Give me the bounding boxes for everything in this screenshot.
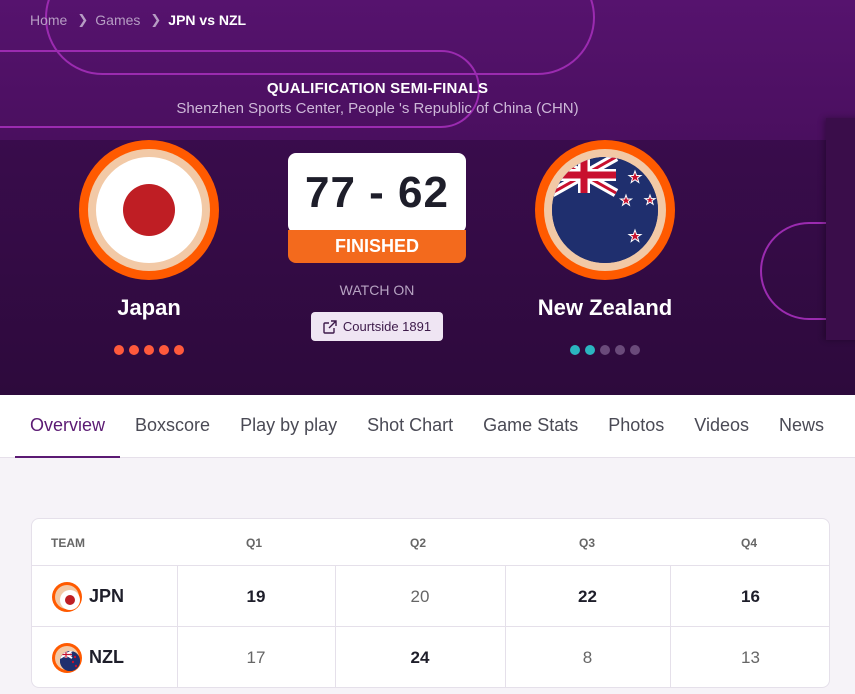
away-team-name[interactable]: New Zealand xyxy=(520,295,690,321)
away-team-flag[interactable] xyxy=(535,140,675,280)
tab-game-stats[interactable]: Game Stats xyxy=(468,395,593,458)
breadcrumb-current: JPN vs NZL xyxy=(168,12,247,28)
flag-sun xyxy=(65,594,75,605)
q3-score: 22 xyxy=(578,587,597,606)
q4-score: 16 xyxy=(741,587,760,606)
flag-ring-inner xyxy=(88,149,210,271)
header-q2: Q2 xyxy=(410,536,427,550)
table-row: JPN 19 20 22 16 xyxy=(32,566,829,627)
team-code: NZL xyxy=(89,647,124,667)
table-row: NZL 17 24 8 13 xyxy=(32,627,829,687)
watch-on-label: WATCH ON xyxy=(339,282,415,298)
q2-score: 24 xyxy=(410,648,430,667)
form-dot xyxy=(159,345,169,355)
q3-score: 8 xyxy=(582,648,593,667)
mini-flag xyxy=(60,650,80,671)
breadcrumb-home[interactable]: Home xyxy=(30,12,67,28)
header-q1: Q1 xyxy=(246,536,263,550)
external-link-icon xyxy=(323,319,337,334)
flag-ring-inner xyxy=(544,149,666,271)
tab-overview[interactable]: Overview xyxy=(15,395,121,458)
form-dot xyxy=(615,345,625,355)
chevron-right-icon: ❯ xyxy=(77,12,89,27)
table-header: TEAM Q1 Q2 Q3 Q4 xyxy=(32,519,829,566)
flag-ring-inner xyxy=(55,584,80,610)
game-stage: QUALIFICATION SEMI-FINALS xyxy=(266,80,489,97)
final-score: 77 - 62 xyxy=(288,153,466,233)
team-code: JPN xyxy=(89,586,125,606)
away-team-form xyxy=(570,345,640,355)
home-team-flag[interactable] xyxy=(79,140,219,280)
side-panel-edge xyxy=(826,118,855,340)
chevron-right-icon: ❯ xyxy=(150,12,162,27)
japan-flag-icon xyxy=(96,157,202,263)
breadcrumb: Home ❯ Games ❯ JPN vs NZL xyxy=(30,12,246,28)
q1-score: 19 xyxy=(246,587,266,606)
tab-shot-chart[interactable]: Shot Chart xyxy=(352,395,468,458)
breadcrumb-games[interactable]: Games xyxy=(95,12,140,28)
form-dot xyxy=(570,345,580,355)
nz-mini-graphic xyxy=(60,650,80,671)
header-q4: Q4 xyxy=(741,536,758,550)
form-dot xyxy=(129,345,139,355)
q4-score: 13 xyxy=(741,648,760,667)
watch-courtside-button[interactable]: Courtside 1891 xyxy=(311,312,443,341)
flag-ring-inner xyxy=(55,645,80,671)
tab-photos[interactable]: Photos xyxy=(593,395,679,458)
game-venue: Shenzhen Sports Center, People 's Republ… xyxy=(176,100,579,117)
flag-sun xyxy=(123,184,175,236)
header-team: TEAM xyxy=(51,536,85,550)
form-dot xyxy=(174,345,184,355)
form-dot xyxy=(114,345,124,355)
game-tabs: Overview Boxscore Play by play Shot Char… xyxy=(0,395,855,458)
nz-flag-graphic xyxy=(552,157,658,263)
home-team-name[interactable]: Japan xyxy=(69,295,229,321)
form-dot xyxy=(585,345,595,355)
mini-flag xyxy=(60,589,80,610)
new-zealand-flag-icon xyxy=(52,642,82,673)
japan-flag-icon xyxy=(52,581,82,612)
broadcaster-label: Courtside 1891 xyxy=(342,319,432,334)
header-q3: Q3 xyxy=(579,536,596,550)
new-zealand-flag-icon xyxy=(552,157,658,263)
form-dot xyxy=(630,345,640,355)
home-team-form xyxy=(114,345,184,355)
q2-score: 20 xyxy=(410,587,430,606)
team-cell[interactable]: JPN xyxy=(52,566,124,627)
tab-news[interactable]: News xyxy=(764,395,839,458)
game-hero: Home ❯ Games ❯ JPN vs NZL QUALIFICATION … xyxy=(0,0,855,395)
team-cell[interactable]: NZL xyxy=(52,627,124,687)
tab-play-by-play[interactable]: Play by play xyxy=(225,395,352,458)
tab-videos[interactable]: Videos xyxy=(679,395,764,458)
form-dot xyxy=(144,345,154,355)
tab-boxscore[interactable]: Boxscore xyxy=(120,395,225,458)
form-dot xyxy=(600,345,610,355)
game-status-badge: FINISHED xyxy=(288,230,466,263)
quarter-scores-table: TEAM Q1 Q2 Q3 Q4 JPN 19 20 22 16 NZL 17 … xyxy=(31,518,830,688)
q1-score: 17 xyxy=(246,648,266,667)
